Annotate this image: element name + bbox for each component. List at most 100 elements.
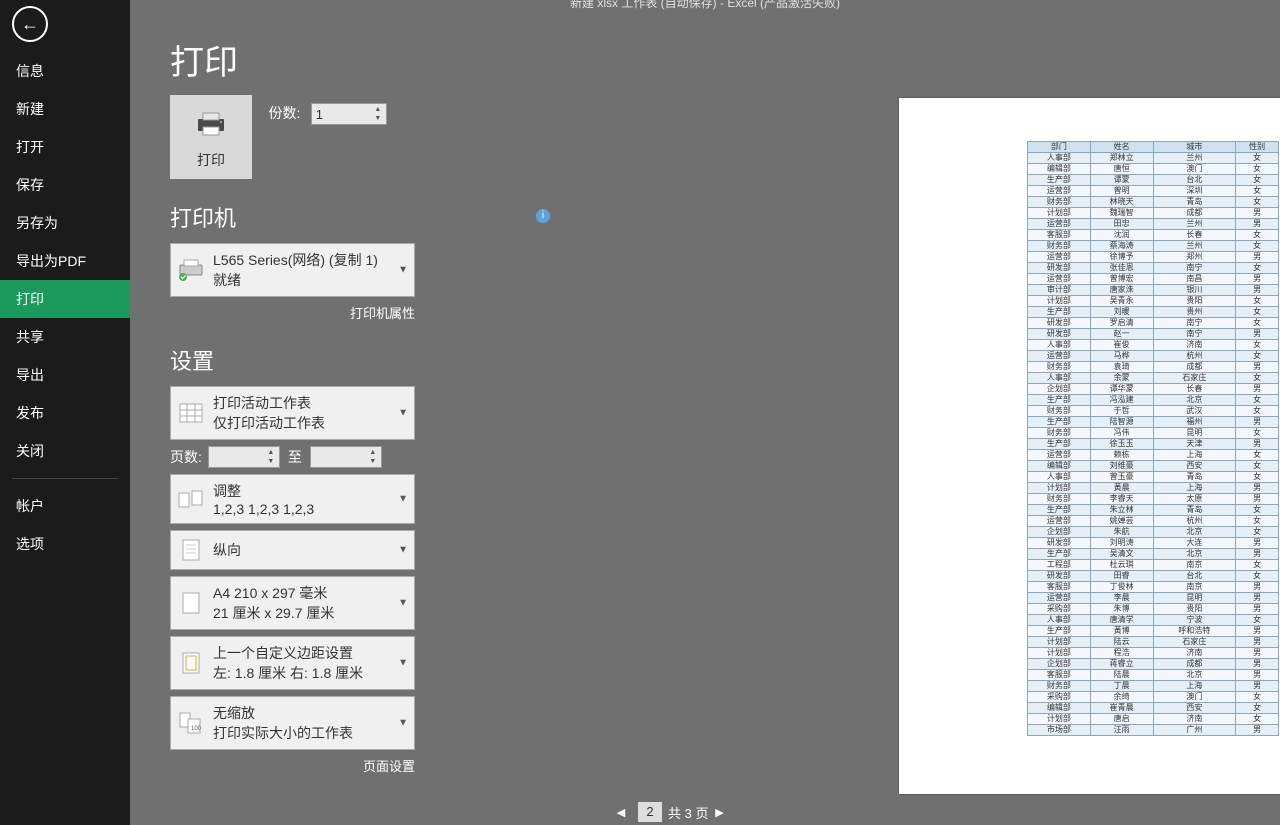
nav-item-1[interactable]: 新建 <box>0 90 130 128</box>
chevron-down-icon: ▼ <box>398 494 408 505</box>
copies-group: 份数: ▲▼ <box>268 103 386 125</box>
table-row: 审计部唐家洙银川男 <box>1028 285 1279 296</box>
preview-table: 部门姓名城市性别人事部郑林立兰州女编辑部唐恒澳门女生产部谭蒙台北女运营部曾明深圳… <box>1027 141 1279 736</box>
printer-properties-link[interactable]: 打印机属性 <box>170 303 415 322</box>
table-row: 研发部罗启清南宁女 <box>1028 318 1279 329</box>
sheet-icon <box>177 399 205 427</box>
next-page-button[interactable]: ▶ <box>712 805 726 819</box>
chevron-down-icon: ▼ <box>398 658 408 669</box>
page-navigator: ◀ 2 共 3 页 ▶ <box>610 802 730 822</box>
printer-section-heading: 打印机 i <box>170 201 550 233</box>
table-row: 财务部蔡海涛兰州女 <box>1028 241 1279 252</box>
table-row: 计划部唐启济南女 <box>1028 714 1279 725</box>
back-button[interactable]: ← <box>12 6 48 42</box>
table-row: 人事部唐清学宁波女 <box>1028 615 1279 626</box>
nav-item-9[interactable]: 发布 <box>0 394 130 432</box>
preview-page: 部门姓名城市性别人事部郑林立兰州女编辑部唐恒澳门女生产部谭蒙台北女运营部曾明深圳… <box>899 98 1280 794</box>
table-row: 运营部李晨昆明男 <box>1028 593 1279 604</box>
table-row: 企划部蒋睿立成都男 <box>1028 659 1279 670</box>
table-row: 运营部曾博宏南昌男 <box>1028 274 1279 285</box>
margins-selector[interactable]: 上一个自定义边距设置 左: 1.8 厘米 右: 1.8 厘米 ▼ <box>170 636 415 690</box>
nav-item-10[interactable]: 关闭 <box>0 432 130 470</box>
nav-item-0[interactable]: 信息 <box>0 52 130 90</box>
table-row: 计划部吴青永贵阳女 <box>1028 296 1279 307</box>
pages-label: 页数: <box>170 447 202 467</box>
print-button[interactable]: 打印 <box>170 95 252 179</box>
chevron-down-icon: ▼ <box>398 718 408 729</box>
table-row: 工程部杜云琪南京女 <box>1028 560 1279 571</box>
current-page-input[interactable]: 2 <box>638 802 662 822</box>
table-row: 客服部陆晨北京男 <box>1028 670 1279 681</box>
print-settings-panel: 打印 份数: ▲▼ 打印机 i L565 Series(网络) (复制 1) 就… <box>170 95 550 781</box>
paper-size-selector[interactable]: A4 210 x 297 毫米 21 厘米 x 29.7 厘米 ▼ <box>170 576 415 630</box>
nav-item-7[interactable]: 共享 <box>0 318 130 356</box>
chevron-down-icon: ▼ <box>398 545 408 556</box>
print-what-selector[interactable]: 打印活动工作表 仅打印活动工作表 ▼ <box>170 386 415 440</box>
page-total-label: 共 3 页 <box>668 803 708 822</box>
table-row: 财务部林晓天青岛女 <box>1028 197 1279 208</box>
table-row: 运营部赖栋上海女 <box>1028 450 1279 461</box>
collate-selector[interactable]: 调整 1,2,3 1,2,3 1,2,3 ▼ <box>170 474 415 524</box>
table-row: 财务部冯伟昆明女 <box>1028 428 1279 439</box>
nav-item-3[interactable]: 保存 <box>0 166 130 204</box>
page-title: 打印 <box>170 35 1280 84</box>
table-row: 生产部黃博呼和浩特男 <box>1028 626 1279 637</box>
nav-item-4[interactable]: 另存为 <box>0 204 130 242</box>
nav-item-2[interactable]: 打开 <box>0 128 130 166</box>
table-row: 财务部李睿天太原男 <box>1028 494 1279 505</box>
prev-page-button[interactable]: ◀ <box>614 805 628 819</box>
spinner-arrows[interactable]: ▲▼ <box>371 105 385 123</box>
orientation-selector[interactable]: 纵向 ▼ <box>170 530 415 570</box>
copies-input[interactable] <box>312 104 370 124</box>
table-row: 财务部于哲武汉女 <box>1028 406 1279 417</box>
table-row: 编辑部刘维豪西安女 <box>1028 461 1279 472</box>
pages-to-label: 至 <box>288 447 302 467</box>
nav-footer-0[interactable]: 帐户 <box>0 487 130 525</box>
table-row: 运营部马桦杭州女 <box>1028 351 1279 362</box>
nav-divider <box>12 478 118 479</box>
info-icon[interactable]: i <box>536 209 550 223</box>
margins-icon <box>177 649 205 677</box>
table-row: 研发部张佳恩南宁女 <box>1028 263 1279 274</box>
table-row: 财务部丁晨上海男 <box>1028 681 1279 692</box>
printer-icon <box>195 111 227 137</box>
table-row: 市场部汪雨广州男 <box>1028 725 1279 736</box>
page-setup-link[interactable]: 页面设置 <box>170 756 415 775</box>
backstage-sidebar: ← 信息新建打开保存另存为导出为PDF打印共享导出发布关闭 帐户选项 <box>0 0 130 825</box>
nav-item-5[interactable]: 导出为PDF <box>0 242 130 280</box>
table-row: 运营部田忠兰州男 <box>1028 219 1279 230</box>
table-row: 生产部朱立林青岛女 <box>1028 505 1279 516</box>
table-row: 客服部沈润长春女 <box>1028 230 1279 241</box>
settings-section-heading: 设置 <box>170 344 550 376</box>
printer-name: L565 Series(网络) (复制 1) <box>213 250 392 270</box>
portrait-icon <box>177 536 205 564</box>
nav-item-8[interactable]: 导出 <box>0 356 130 394</box>
printer-selector[interactable]: L565 Series(网络) (复制 1) 就绪 ▼ <box>170 243 415 297</box>
table-row: 生产部刘暖贵州女 <box>1028 307 1279 318</box>
print-button-label: 打印 <box>170 150 252 170</box>
table-row: 运营部徐博予郑州男 <box>1028 252 1279 263</box>
paper-icon <box>177 589 205 617</box>
table-row: 生产部谭蒙台北女 <box>1028 175 1279 186</box>
page-from-spinner[interactable]: ▲▼ <box>208 446 280 468</box>
scaling-selector[interactable]: 100 无缩放 打印实际大小的工作表 ▼ <box>170 696 415 750</box>
table-row: 编辑部崔青晨西安女 <box>1028 703 1279 714</box>
table-row: 生产部陆智源福州男 <box>1028 417 1279 428</box>
svg-text:100: 100 <box>191 726 202 732</box>
table-row: 计划部程浩济南男 <box>1028 648 1279 659</box>
table-row: 企划部朱航北京女 <box>1028 527 1279 538</box>
page-to-spinner[interactable]: ▲▼ <box>310 446 382 468</box>
table-row: 编辑部唐恒澳门女 <box>1028 164 1279 175</box>
table-row: 采购部朱博贵阳男 <box>1028 604 1279 615</box>
table-row: 计划部黃晨上海男 <box>1028 483 1279 494</box>
table-row: 计划部陆云石家庄男 <box>1028 637 1279 648</box>
pages-row: 页数: ▲▼ 至 ▲▼ <box>170 446 550 468</box>
main-area: 新建 xlsx 工作表 (自动保存) - Excel (产品激活失败) 打印 打… <box>130 0 1280 825</box>
copies-spinner[interactable]: ▲▼ <box>311 103 387 125</box>
table-row: 计划部魏瑞智成都男 <box>1028 208 1279 219</box>
nav-item-6[interactable]: 打印 <box>0 280 130 318</box>
nav-footer-1[interactable]: 选项 <box>0 525 130 563</box>
chevron-down-icon: ▼ <box>398 408 408 419</box>
table-row: 企划部谭华蒙长春男 <box>1028 384 1279 395</box>
print-preview: 部门姓名城市性别人事部郑林立兰州女编辑部唐恒澳门女生产部谭蒙台北女运营部曾明深圳… <box>610 98 1280 798</box>
